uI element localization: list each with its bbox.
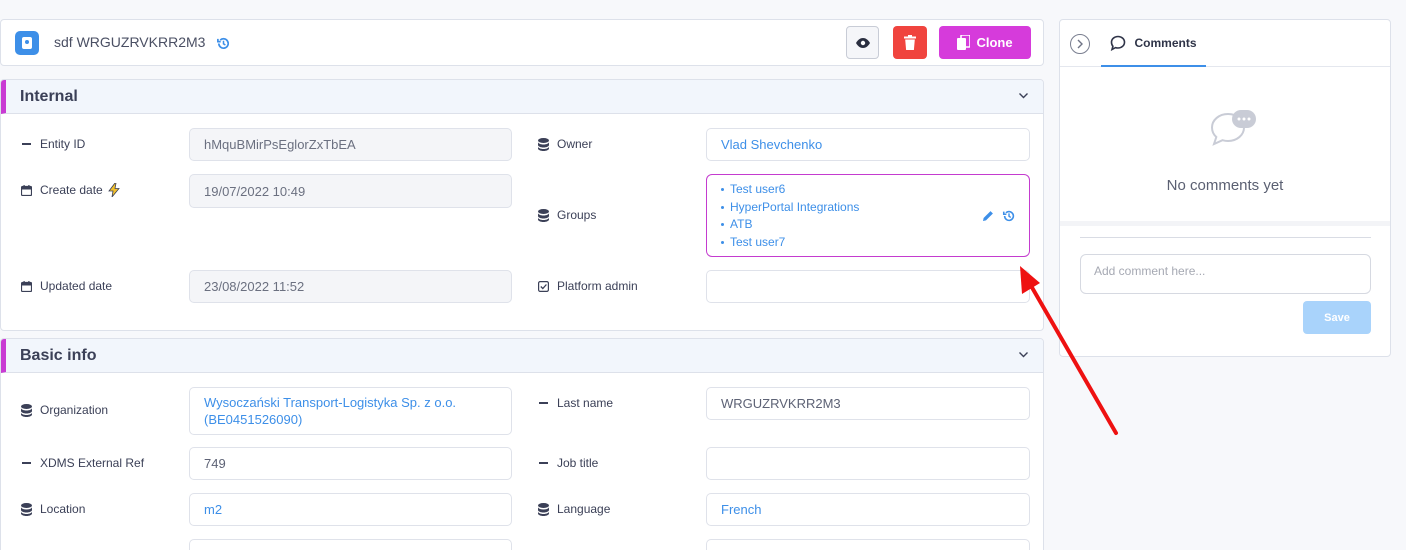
database-icon <box>20 403 32 417</box>
lightning-icon <box>107 183 120 197</box>
group-item[interactable]: HyperPortal Integrations <box>721 200 859 214</box>
tab-comments[interactable]: Comments <box>1101 20 1206 67</box>
database-icon <box>537 502 549 516</box>
copy-icon <box>957 35 971 50</box>
group-item[interactable]: Test user7 <box>721 235 785 249</box>
checkbox-icon <box>537 280 549 292</box>
owner-label: Owner <box>537 137 592 151</box>
eye-icon <box>855 37 870 48</box>
pencil-icon[interactable] <box>982 210 994 222</box>
chevron-right-icon <box>1077 39 1083 49</box>
last-name-label: Last name <box>537 396 613 410</box>
database-icon <box>537 137 549 151</box>
comment-icon <box>1111 35 1126 51</box>
owner-field[interactable]: Vlad Shevchenko <box>706 128 1030 161</box>
save-comment-button[interactable]: Save <box>1303 301 1371 334</box>
trash-icon <box>904 35 916 50</box>
chevron-down-icon[interactable] <box>1018 90 1029 101</box>
section-title: Basic info <box>20 347 97 364</box>
contact-card-icon <box>15 31 39 55</box>
organization-code: (BE0451526090) <box>204 412 303 427</box>
history-icon[interactable] <box>1002 209 1016 223</box>
groups-label: Groups <box>537 208 596 222</box>
location-field[interactable]: m2 <box>189 493 512 526</box>
create-date-field[interactable]: 19/07/2022 10:49 <box>189 174 512 208</box>
job-title-field[interactable] <box>706 447 1030 480</box>
location-label: Location <box>20 502 85 516</box>
job-title-label: Job title <box>537 456 598 470</box>
calendar-icon <box>20 280 32 292</box>
chat-bubbles-icon <box>1210 110 1256 146</box>
next-row-field-left[interactable] <box>189 539 512 550</box>
clone-button[interactable]: Clone <box>939 26 1031 59</box>
no-comments-text: No comments yet <box>1166 177 1284 194</box>
dash-icon <box>21 462 31 464</box>
dash-icon <box>538 402 548 404</box>
organization-field[interactable]: Wysoczański Transport-Logistyka Sp. z o.… <box>189 387 512 435</box>
database-icon <box>20 502 32 516</box>
delete-button[interactable] <box>893 26 927 59</box>
entity-header: sdf WRGUZRVKRR2M3 Clone <box>0 19 1044 66</box>
last-name-field[interactable]: WRGUZRVKRR2M3 <box>706 387 1030 420</box>
updated-date-field[interactable]: 23/08/2022 11:52 <box>189 270 512 303</box>
groups-field[interactable]: Test user6 HyperPortal Integrations ATB … <box>706 174 1030 257</box>
language-field[interactable]: French <box>706 493 1030 526</box>
platform-admin-label: Platform admin <box>537 279 638 293</box>
database-icon <box>537 208 549 222</box>
internal-section-header[interactable]: Internal <box>1 80 1043 114</box>
create-date-label: Create date <box>20 183 120 197</box>
clone-label: Clone <box>976 35 1013 50</box>
organization-name: Wysoczański Transport-Logistyka Sp. z o.… <box>204 395 457 410</box>
updated-date-label: Updated date <box>20 279 112 293</box>
platform-admin-field[interactable] <box>706 270 1030 303</box>
next-row-field-right[interactable] <box>706 539 1030 550</box>
history-icon[interactable] <box>216 36 231 51</box>
comment-divider <box>1080 237 1371 238</box>
entity-id-label: Entity ID <box>20 137 85 151</box>
section-title: Internal <box>20 88 78 105</box>
group-item[interactable]: Test user6 <box>721 182 785 196</box>
xdms-label: XDMS External Ref <box>20 456 144 470</box>
entity-id-field[interactable]: hMquBMirPsEglorZxTbEA <box>189 128 512 161</box>
organization-label: Organization <box>20 403 108 417</box>
xdms-field[interactable]: 749 <box>189 447 512 480</box>
comments-panel-tabs: Comments <box>1060 20 1390 67</box>
basic-info-section-header[interactable]: Basic info <box>1 339 1043 373</box>
panel-divider <box>1060 221 1390 226</box>
view-button[interactable] <box>846 26 879 59</box>
collapse-panel-button[interactable] <box>1070 34 1090 54</box>
group-item[interactable]: ATB <box>721 217 752 231</box>
entity-title: sdf WRGUZRVKRR2M3 <box>54 34 206 50</box>
dash-icon <box>21 143 31 145</box>
calendar-icon <box>20 184 32 196</box>
language-label: Language <box>537 502 610 516</box>
annotation-arrow <box>1020 266 1118 435</box>
dash-icon <box>538 462 548 464</box>
